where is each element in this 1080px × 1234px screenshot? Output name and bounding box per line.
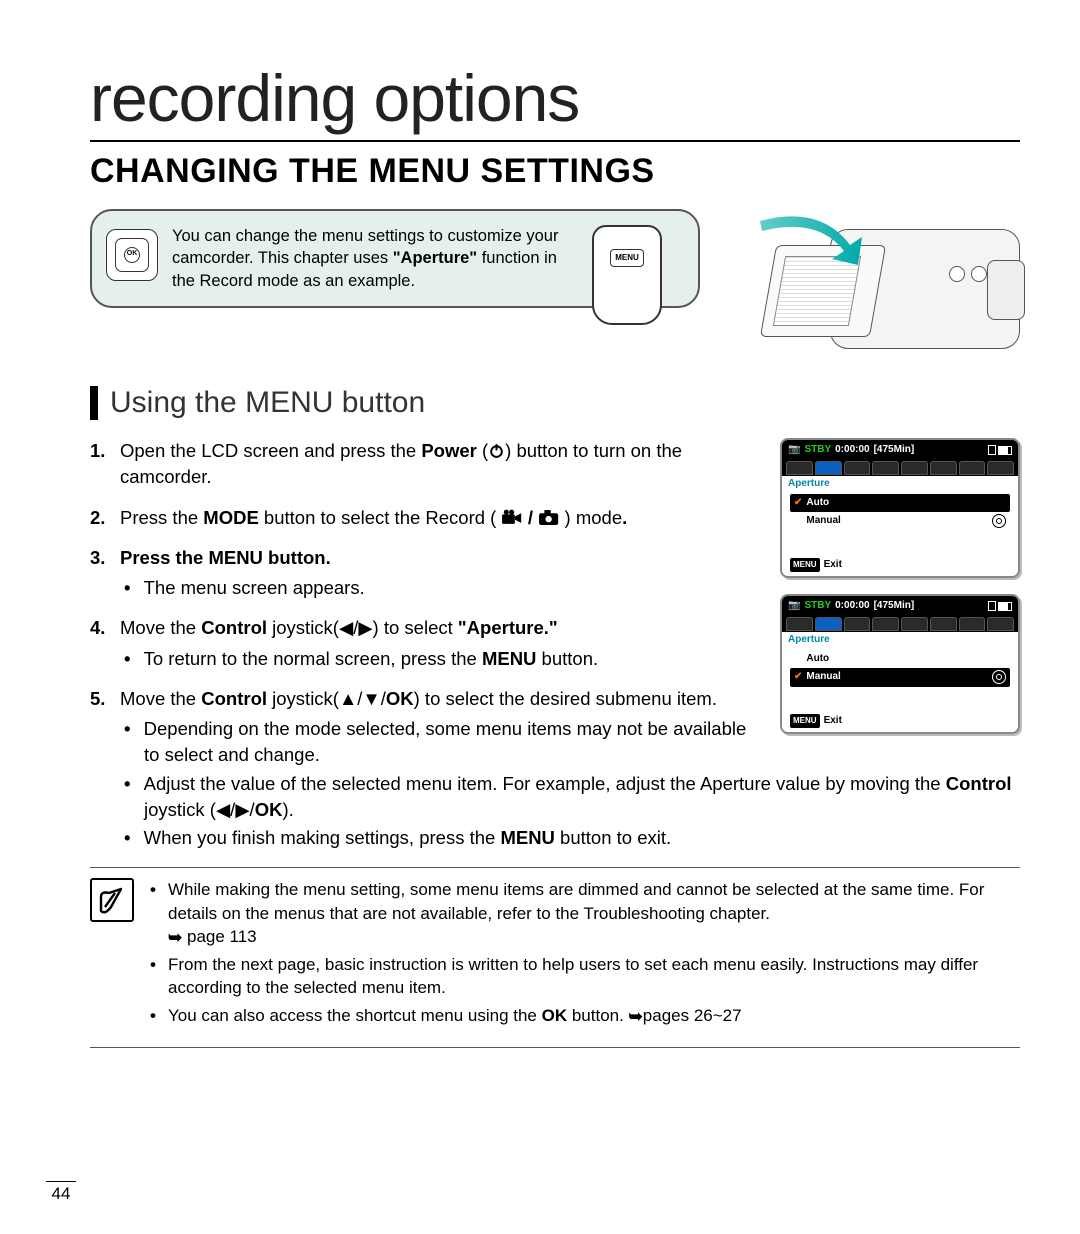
power-icon — [488, 442, 505, 459]
lcd-stby: STBY — [804, 443, 831, 457]
lcd-row-manual: Manual — [806, 514, 840, 528]
lcd-row-auto: Auto — [806, 652, 829, 666]
note-1: While making the menu setting, some menu… — [148, 878, 1020, 948]
lcd-menu-label: Aperture — [782, 632, 1018, 650]
t: MODE — [203, 507, 259, 528]
t: You can also access the shortcut menu us… — [168, 1006, 542, 1025]
lcd-time: 0:00:00 — [835, 443, 869, 457]
open-lcd-arrow-icon — [750, 211, 870, 271]
step-5-note-2: Adjust the value of the selected menu it… — [144, 771, 1020, 824]
lcd-menu-label: Aperture — [782, 476, 1018, 494]
step-4: Move the Control joystick(◀/▶) to select… — [90, 615, 750, 672]
t: button. — [567, 1006, 628, 1025]
subsection-title: Using the MENU button — [90, 386, 1020, 420]
lcd-row-auto: Auto — [806, 496, 829, 510]
movie-mode-icon — [501, 509, 522, 526]
t: "Aperture." — [458, 617, 558, 638]
page-ref-arrow-icon: ➥ — [168, 926, 182, 949]
t: page 113 — [187, 927, 257, 946]
t: While making the menu setting, some menu… — [168, 880, 984, 922]
divider — [90, 867, 1020, 868]
t: Power — [421, 440, 477, 461]
section-title: CHANGING THE MENU SETTINGS — [90, 152, 1020, 191]
intro-bold: "Aperture" — [393, 249, 477, 267]
battery-icon — [988, 601, 1012, 611]
t: pages 26~27 — [643, 1006, 742, 1025]
t: button to exit. — [555, 827, 671, 848]
step-5-note-3: When you finish making settings, press t… — [144, 825, 1020, 851]
step-5: Move the Control joystick(▲/▼/OK) to sel… — [90, 686, 750, 852]
t: OK — [255, 799, 283, 820]
t: Control — [946, 773, 1012, 794]
t: joystick (◀/▶/ — [144, 799, 255, 820]
t: joystick(◀/▶) to select — [267, 617, 458, 638]
t: ) — [505, 440, 516, 461]
joystick-ok-icon — [106, 229, 158, 281]
t: Move the — [120, 688, 201, 709]
menu-btn-label: MENU — [610, 249, 644, 267]
t: button to select the Record ( — [259, 507, 497, 528]
t: MENU — [482, 648, 536, 669]
step-3-note: The menu screen appears. — [144, 575, 750, 601]
notes-block: While making the menu setting, some menu… — [90, 878, 1020, 1031]
lcd-screenshot-1: 📷STBY 0:00:00 [475Min] Aperture ✔Auto ✔M… — [780, 438, 1020, 578]
step-4-note: To return to the normal screen, press th… — [144, 646, 750, 672]
t: MENU — [500, 827, 554, 848]
note-2: From the next page, basic instruction is… — [148, 953, 1020, 1000]
t: OK — [542, 1006, 568, 1025]
t: When you finish making settings, press t… — [144, 827, 501, 848]
step-3: Press the MENU button. The menu screen a… — [90, 545, 750, 602]
step-1: Open the LCD screen and press the Power … — [90, 438, 750, 491]
subsection-title-text: Using the MENU button — [110, 386, 425, 420]
lcd-stby: STBY — [804, 599, 831, 613]
t: ). — [282, 799, 293, 820]
intro-panel: You can change the menu settings to cust… — [90, 209, 700, 308]
t: / — [528, 507, 538, 528]
aperture-icon — [992, 670, 1006, 684]
divider — [90, 1047, 1020, 1048]
t: Open the LCD screen and press the — [120, 440, 421, 461]
t: To return to the normal screen, press th… — [144, 648, 482, 669]
t: ) to select the desired submenu item. — [414, 688, 717, 709]
lcd-remain: [475Min] — [874, 599, 915, 613]
lcd-exit: Exit — [824, 558, 842, 572]
step-2: Press the MODE button to select the Reco… — [90, 505, 750, 531]
t: button. — [263, 547, 331, 568]
lcd-remain: [475Min] — [874, 443, 915, 457]
chapter-title: recording options — [90, 60, 1020, 142]
t: Move the — [120, 617, 201, 638]
t: Press the — [120, 507, 203, 528]
lcd-screenshot-2: 📷STBY 0:00:00 [475Min] Aperture ✔Auto ✔M… — [780, 594, 1020, 734]
t: Press the — [120, 547, 208, 568]
intro-area: You can change the menu settings to cust… — [90, 209, 1020, 374]
page-ref-arrow-icon: ➥ — [629, 1005, 643, 1028]
lcd-row-manual: Manual — [806, 670, 840, 684]
photo-mode-icon — [538, 509, 559, 526]
page-number: 44 — [46, 1181, 76, 1204]
t: OK — [386, 688, 414, 709]
t: Control — [201, 688, 267, 709]
step-5-note-1: Depending on the mode selected, some men… — [144, 716, 1020, 769]
camcorder-diagram — [740, 209, 1020, 369]
note-icon — [90, 878, 134, 922]
menu-button-diagram: MENU — [592, 225, 680, 325]
note-3: You can also access the shortcut menu us… — [148, 1004, 1020, 1027]
aperture-icon — [992, 514, 1006, 528]
lcd-menu-tag: MENU — [790, 558, 820, 571]
t: Control — [201, 617, 267, 638]
lcd-time: 0:00:00 — [835, 599, 869, 613]
battery-icon — [988, 445, 1012, 455]
t: ) mode — [565, 507, 623, 528]
t: Adjust the value of the selected menu it… — [144, 773, 946, 794]
t: joystick(▲/▼/ — [267, 688, 386, 709]
t: . — [622, 507, 627, 528]
t: button. — [536, 648, 598, 669]
t: MENU — [208, 547, 262, 568]
